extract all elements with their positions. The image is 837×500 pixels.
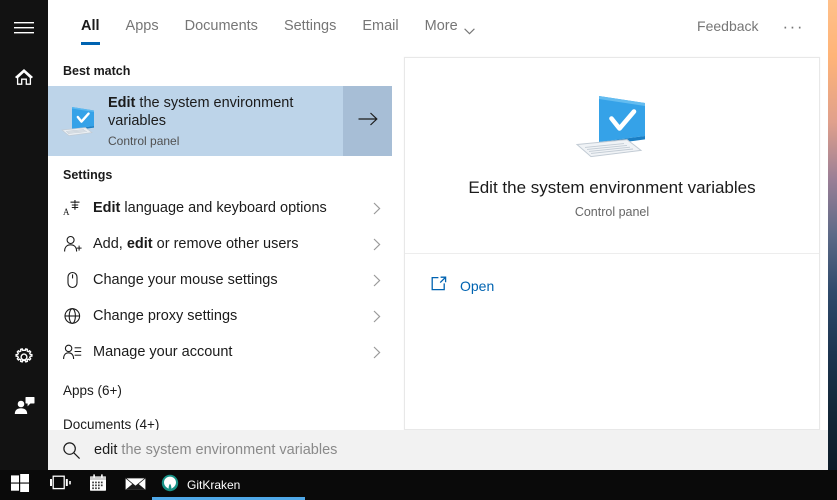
mail-button[interactable] <box>115 470 155 500</box>
preview-subtitle: Control panel <box>574 204 650 219</box>
adduser-pre: Add, <box>93 236 127 252</box>
taskbar-window-gitkraken[interactable]: GitKraken <box>152 470 305 500</box>
best-match-title: Edit the system environment variables <box>108 94 335 130</box>
chevron-right-icon <box>362 202 392 215</box>
best-match-result[interactable]: Edit the system environment variables Co… <box>48 86 392 156</box>
tabbar-right-actions: Feedback ··· <box>687 0 812 52</box>
preview-card: Edit the system environment variables Co… <box>404 57 820 430</box>
search-input[interactable]: edit the system environment variables <box>94 442 337 458</box>
account-pre: Manage your account <box>93 344 233 360</box>
search-icon <box>48 441 94 460</box>
mail-icon <box>123 475 147 496</box>
feedback-person-icon <box>14 396 35 415</box>
best-match-text: Edit the system environment variables Co… <box>108 94 343 148</box>
sidebar-item-feedback[interactable] <box>0 381 48 429</box>
tab-all[interactable]: All <box>68 0 113 52</box>
settings-item-add-user[interactable]: Add, edit or remove other users <box>48 226 392 262</box>
arrow-right-icon <box>358 112 378 131</box>
settings-item-language[interactable]: A Edit language and keyboard options <box>48 190 392 226</box>
language-icon: A <box>63 199 93 217</box>
best-match-heading: Best match <box>63 64 131 78</box>
sidebar-item-home[interactable] <box>0 52 48 100</box>
tab-settings[interactable]: Settings <box>271 0 349 52</box>
hamburger-icon <box>14 21 34 35</box>
overflow-menu-button[interactable]: ··· <box>775 16 812 37</box>
globe-icon <box>63 307 93 325</box>
chevron-right-icon <box>362 310 392 323</box>
search-flyout: All Apps Documents Settings Email More F… <box>0 0 828 470</box>
open-external-icon <box>431 276 447 296</box>
tab-apps-label: Apps <box>125 18 159 34</box>
open-action-button[interactable]: Open <box>431 276 494 296</box>
group-heading-documents[interactable]: Documents (4+) <box>48 404 392 430</box>
account-icon <box>63 343 93 361</box>
search-input-bar[interactable]: edit the system environment variables <box>48 430 828 470</box>
chevron-right-icon <box>362 346 392 359</box>
settings-item-mouse-label: Change your mouse settings <box>93 272 362 288</box>
tab-settings-label: Settings <box>283 18 337 34</box>
preview-header: Edit the system environment variables Co… <box>405 58 819 254</box>
desktop-wallpaper <box>827 0 837 470</box>
start-button[interactable] <box>0 470 40 500</box>
tab-apps[interactable]: Apps <box>113 0 172 52</box>
taskbar: GitKraken README.md - anirniq... <box>0 470 837 500</box>
open-action-label: Open <box>460 278 495 294</box>
calendar-icon <box>89 473 107 497</box>
preview-title: Edit the system environment variables <box>468 177 756 197</box>
adduser-post: or remove other users <box>152 236 299 252</box>
preview-actions: Open <box>405 254 819 296</box>
search-tabbar: All Apps Documents Settings Email More F… <box>48 0 828 52</box>
best-match-title-rest: the system environment variables <box>108 94 294 129</box>
hamburger-menu-button[interactable] <box>0 4 48 52</box>
calendar-button[interactable] <box>78 470 118 500</box>
best-match-expand-button[interactable] <box>343 86 392 156</box>
search-suggestion-text: the system environment variables <box>117 442 338 458</box>
settings-item-account[interactable]: Manage your account <box>48 334 392 370</box>
sidebar-item-settings[interactable] <box>0 333 48 381</box>
lang-bold: Edit <box>93 200 121 216</box>
chevron-right-icon <box>362 274 392 287</box>
taskbar-window-gitkraken-label: GitKraken <box>187 478 241 492</box>
settings-heading: Settings <box>63 168 113 182</box>
chevron-down-icon <box>463 23 475 34</box>
settings-item-account-label: Manage your account <box>93 344 362 360</box>
gear-icon <box>14 347 34 367</box>
mouse-icon <box>63 271 93 289</box>
feedback-button[interactable]: Feedback <box>687 14 768 38</box>
tab-email-label: Email <box>362 18 399 34</box>
group-heading-apps[interactable]: Apps (6+) <box>48 370 392 404</box>
tab-more[interactable]: More <box>412 0 488 52</box>
settings-item-add-user-label: Add, edit or remove other users <box>93 236 362 252</box>
home-icon <box>14 67 34 86</box>
chevron-right-icon <box>362 238 392 251</box>
settings-item-mouse[interactable]: Change your mouse settings <box>48 262 392 298</box>
settings-item-proxy-label: Change proxy settings <box>93 308 362 324</box>
settings-item-language-label: Edit language and keyboard options <box>93 200 362 216</box>
search-typed-text: edit <box>94 442 118 458</box>
add-user-icon <box>63 235 93 253</box>
adduser-bold: edit <box>126 236 153 252</box>
mouse-pre: Change your mouse settings <box>93 272 278 288</box>
system-properties-icon <box>48 105 108 137</box>
tab-email[interactable]: Email <box>349 0 411 52</box>
best-match-title-bold: Edit <box>108 94 136 111</box>
tab-all-label: All <box>81 18 100 34</box>
monitor-check-icon <box>572 93 652 164</box>
svg-text:A: A <box>63 207 70 217</box>
best-match-subtitle: Control panel <box>108 134 180 149</box>
search-results-panel[interactable]: Best match Edit the system environment v… <box>48 52 392 430</box>
proxy-pre: Change proxy settings <box>93 308 238 324</box>
tab-more-label: More <box>424 18 458 34</box>
search-left-rail <box>0 0 48 470</box>
task-view-icon <box>49 474 71 497</box>
task-view-button[interactable] <box>40 470 80 500</box>
windows-logo-icon <box>11 473 29 497</box>
tab-documents-label: Documents <box>184 18 258 34</box>
tab-documents[interactable]: Documents <box>172 0 271 52</box>
lang-post: language and keyboard options <box>120 200 327 216</box>
settings-item-proxy[interactable]: Change proxy settings <box>48 298 392 334</box>
tab-list: All Apps Documents Settings Email More <box>68 0 488 52</box>
screen: All Apps Documents Settings Email More F… <box>0 0 837 500</box>
gitkraken-icon <box>161 474 179 497</box>
